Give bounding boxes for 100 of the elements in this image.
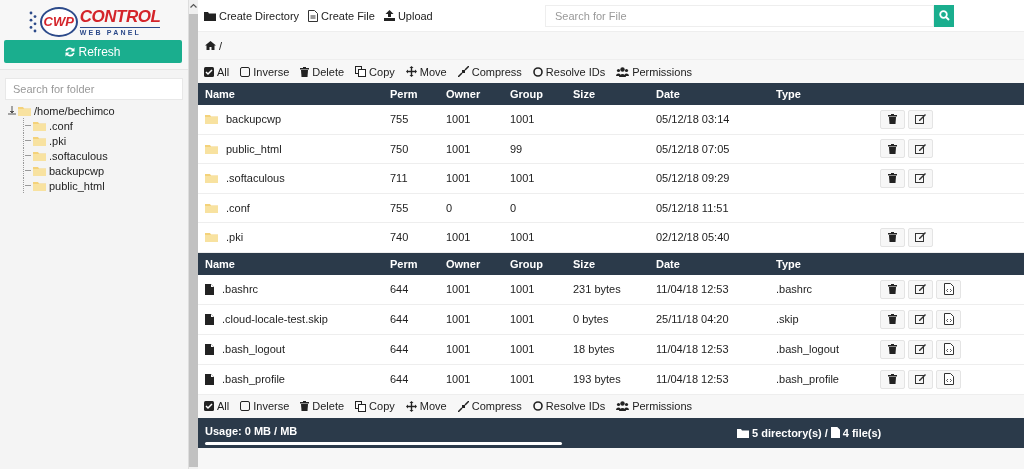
resolve-link[interactable]: Resolve IDs: [532, 400, 606, 412]
copy-link[interactable]: Copy: [355, 65, 395, 78]
table-cell-text: 1001: [446, 231, 472, 244]
inverse-selection-link[interactable]: Inverse: [240, 400, 290, 412]
move-icon: [405, 66, 417, 77]
permissions-link[interactable]: Permissions: [616, 65, 693, 78]
folder-tree-item[interactable]: .conf: [33, 119, 73, 132]
search-button[interactable]: [934, 4, 954, 27]
table-cell-text: 644: [390, 283, 410, 295]
move-link[interactable]: Move: [405, 400, 447, 412]
folder-tree-item[interactable]: .softaculous: [33, 149, 108, 162]
view-button[interactable]: [936, 279, 961, 299]
file-name[interactable]: .cloud-locale-test.skip: [222, 313, 328, 325]
select-all-link[interactable]: All: [204, 400, 230, 412]
folder-icon: [205, 202, 218, 213]
table-cell-text: 1001: [510, 313, 536, 325]
folder-name[interactable]: public_html: [226, 142, 282, 155]
file-name[interactable]: .bash_logout: [222, 343, 285, 355]
column-header[interactable]: Size: [573, 88, 656, 100]
upload-button[interactable]: Upload: [383, 9, 433, 22]
column-header[interactable]: Size: [573, 257, 656, 270]
table-cell-text: 711: [390, 172, 409, 185]
delete-button[interactable]: [880, 309, 905, 329]
column-header[interactable]: Type: [776, 257, 880, 270]
column-header[interactable]: Owner: [446, 257, 510, 270]
folder-name[interactable]: .pki: [226, 231, 244, 244]
edit-button[interactable]: [908, 168, 933, 188]
edit-button[interactable]: [908, 309, 933, 329]
file-icon: [830, 427, 840, 438]
column-header[interactable]: Name: [205, 88, 390, 100]
delete-link[interactable]: Delete: [300, 65, 345, 78]
edit-button[interactable]: [908, 369, 933, 389]
delete-button[interactable]: [880, 369, 905, 389]
table-cell-text: 1001: [446, 172, 472, 185]
create-file-button[interactable]: Create File: [308, 9, 375, 22]
table-cell-text: 740: [390, 231, 410, 244]
move-link[interactable]: Move: [405, 65, 447, 78]
file-search-field[interactable]: Search for File: [545, 4, 934, 27]
file-name[interactable]: .bashrc: [222, 283, 259, 295]
folder-icon: [737, 427, 749, 438]
view-button[interactable]: [936, 369, 961, 389]
delete-button[interactable]: [880, 339, 905, 359]
view-button[interactable]: [936, 309, 961, 329]
folder-search-field[interactable]: Search for folder: [5, 78, 183, 100]
table-cell-text: 1001: [510, 283, 536, 295]
breadcrumb-path[interactable]: /: [219, 39, 223, 52]
trash-icon: [888, 173, 897, 184]
column-header[interactable]: Group: [510, 257, 573, 270]
home-icon[interactable]: [205, 41, 216, 50]
compress-link[interactable]: Compress: [457, 400, 522, 412]
permissions-link[interactable]: Permissions: [616, 400, 693, 412]
folder-tree-item[interactable]: backupcwp: [33, 164, 105, 177]
folder-name[interactable]: .softaculous: [226, 172, 285, 185]
edit-button[interactable]: [908, 339, 933, 359]
expander-icon[interactable]: [8, 106, 16, 115]
resolve-link[interactable]: Resolve IDs: [532, 65, 606, 78]
copy-link[interactable]: Copy: [355, 400, 395, 412]
folder-tree-item[interactable]: public_html: [33, 179, 105, 192]
delete-button[interactable]: [880, 279, 905, 299]
folder-name[interactable]: .conf: [226, 201, 250, 214]
inverse-selection-link[interactable]: Inverse: [240, 65, 290, 78]
file-name[interactable]: .bash_profile: [222, 373, 285, 385]
edit-icon: [915, 143, 926, 154]
column-header[interactable]: Date: [656, 88, 776, 100]
compress-icon: [457, 400, 469, 412]
logo-badge: CWP: [39, 6, 78, 37]
scrollbar-thumb[interactable]: [189, 14, 198, 467]
file-count: 4 file(s): [842, 426, 882, 439]
edit-button[interactable]: [908, 139, 933, 159]
delete-button[interactable]: [880, 227, 905, 247]
compress-link[interactable]: Compress: [457, 65, 522, 78]
code-file-icon: [943, 283, 954, 295]
delete-button[interactable]: [880, 109, 905, 129]
delete-button[interactable]: [880, 139, 905, 159]
edit-icon: [915, 114, 926, 125]
column-header[interactable]: Perm: [390, 257, 446, 270]
table-cell-text: 1001: [510, 172, 536, 185]
delete-button[interactable]: [880, 168, 905, 188]
column-header[interactable]: Perm: [390, 88, 446, 100]
column-header[interactable]: Type: [776, 88, 880, 100]
view-button[interactable]: [936, 339, 961, 359]
column-header[interactable]: Date: [656, 257, 776, 270]
column-header[interactable]: Group: [510, 88, 573, 100]
create-directory-button[interactable]: Create Directory: [204, 9, 300, 22]
edit-button[interactable]: [908, 109, 933, 129]
folder-tree-item[interactable]: /home/bechimco: [18, 104, 115, 117]
folder-tree-item[interactable]: .pki: [33, 134, 67, 147]
column-header[interactable]: Name: [205, 257, 390, 270]
select-all-link[interactable]: All: [204, 65, 230, 78]
table-cell-text: 02/12/18 05:40: [656, 231, 731, 244]
table-cell-text: 231 bytes: [573, 283, 622, 295]
edit-button[interactable]: [908, 227, 933, 247]
delete-link[interactable]: Delete: [300, 400, 345, 412]
column-header[interactable]: Owner: [446, 88, 510, 100]
table-cell-text: 644: [390, 313, 410, 325]
folder-name[interactable]: backupcwp: [226, 113, 282, 126]
folder-icon: [33, 120, 46, 131]
table-cell-text: 644: [390, 373, 410, 385]
edit-button[interactable]: [908, 279, 933, 299]
search-icon: [938, 10, 950, 21]
